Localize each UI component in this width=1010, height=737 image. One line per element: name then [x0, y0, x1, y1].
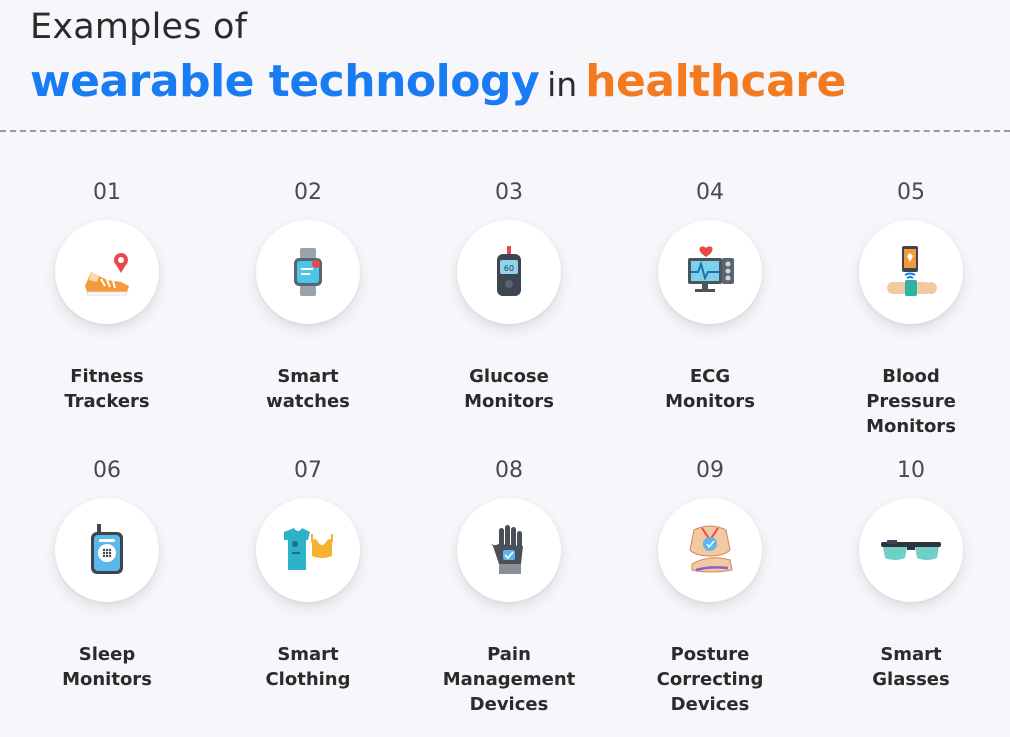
item-smart-glasses: 10 Smart Glasses [831, 456, 991, 692]
smartwatch-icon [294, 248, 322, 296]
item-label: Smart Glasses [872, 644, 950, 690]
item-number: 10 [897, 458, 925, 483]
item-number: 06 [93, 458, 121, 483]
item-number: 02 [294, 180, 322, 205]
dashed-divider [0, 130, 1010, 132]
icon-circle [658, 498, 762, 602]
item-label: Posture Correcting Devices [656, 644, 764, 715]
smart-glasses-icon [881, 540, 941, 560]
smart-shirt-icon [284, 528, 333, 570]
smart-glove-icon [491, 525, 523, 574]
item-number: 09 [696, 458, 724, 483]
item-glucose-monitors: 03 60 Glucose Monitors [429, 178, 589, 414]
item-number: 08 [495, 458, 523, 483]
item-number: 03 [495, 180, 523, 205]
title-line1: Examples of [30, 7, 248, 47]
item-label: Smart Clothing [265, 644, 351, 690]
item-number: 04 [696, 180, 724, 205]
svg-text:60: 60 [504, 264, 514, 273]
item-label: Fitness Trackers [64, 366, 150, 412]
running-shoe-location-icon [85, 253, 129, 296]
icon-circle [658, 220, 762, 324]
icon-circle [457, 498, 561, 602]
sleep-monitor-device-icon [91, 524, 123, 574]
phone-wristband-icon [887, 246, 937, 296]
page-header: Examples of wearable technology in healthc… [30, 4, 846, 124]
item-number: 01 [93, 180, 121, 205]
item-number: 07 [294, 458, 322, 483]
glucose-meter-icon: 60 [497, 246, 521, 296]
posture-body-icon [689, 525, 733, 573]
title-highlight-orange: healthcare [585, 56, 846, 107]
icon-circle [859, 220, 963, 324]
icon-circle [55, 220, 159, 324]
item-posture-correcting-devices: 09 Posture Correcting Devices [630, 456, 790, 717]
item-number: 05 [897, 180, 925, 205]
item-label: Pain Management Devices [442, 644, 576, 715]
item-blood-pressure-monitors: 05 Blood Pressure Monitors [831, 178, 991, 439]
item-sleep-monitors: 06 Sleep Monitors [27, 456, 187, 692]
title-line2: wearable technology in healthcare [30, 50, 846, 124]
item-pain-management-devices: 08 Pain Management Devices [429, 456, 589, 717]
icon-circle [256, 220, 360, 324]
icon-circle [859, 498, 963, 602]
icon-circle: 60 [457, 220, 561, 324]
item-smart-clothing: 07 Smart Clothing [228, 456, 388, 692]
title-connector: in [547, 65, 578, 104]
item-ecg-monitors: 04 ECG Monitors [630, 178, 790, 414]
item-label: Glucose Monitors [464, 366, 554, 412]
item-label: Smart watches [266, 366, 350, 412]
title-highlight-blue: wearable technology [30, 56, 540, 107]
ecg-monitor-icon [688, 246, 734, 292]
icon-circle [256, 498, 360, 602]
item-smart-watches: 02 Smart watches [228, 178, 388, 414]
icon-circle [55, 498, 159, 602]
item-label: Sleep Monitors [62, 644, 152, 690]
item-label: Blood Pressure Monitors [866, 366, 956, 437]
item-label: ECG Monitors [665, 366, 755, 412]
item-fitness-trackers: 01 Fitness Trackers [27, 178, 187, 414]
